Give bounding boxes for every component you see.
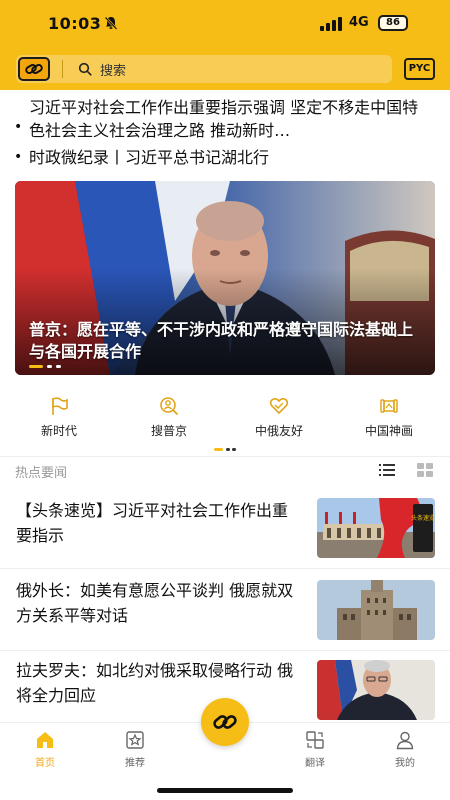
link-icon (213, 715, 237, 729)
divider (0, 650, 450, 651)
quick-nav: 新时代 搜普京 中俄友好 中国神画 (0, 388, 450, 448)
star-icon (126, 731, 144, 749)
news-item[interactable]: 俄外长：如美有意愿公平谈判 俄愿就双方关系平等对话 (0, 578, 450, 656)
tab-profile[interactable]: 我的 (370, 728, 440, 772)
tab-translate[interactable]: 翻译 (280, 728, 350, 772)
bullet: • (14, 149, 23, 165)
page-indicator (226, 448, 230, 451)
hero-banner[interactable]: 普京：愿在平等、不干涉内政和严格遵守国际法基础上与各国开展合作 (15, 181, 435, 375)
quick-nav-new-era[interactable]: 新时代 (14, 388, 104, 438)
divider (0, 568, 450, 569)
search-person-icon (160, 397, 178, 415)
heart-handshake-icon (269, 397, 289, 415)
tab-label: 我的 (395, 758, 415, 769)
search-icon (78, 62, 92, 76)
list-view-icon[interactable] (379, 463, 395, 477)
status-time: 10:03 (48, 14, 102, 33)
quick-nav-label: 搜普京 (150, 424, 187, 438)
news-title: 俄外长：如美有意愿公平谈判 俄愿就双方关系平等对话 (16, 581, 294, 625)
news-item[interactable]: 【头条速览】习近平对社会工作作出重要指示 头条速览 (0, 498, 450, 576)
news-image (317, 660, 435, 720)
tab-label: 翻译 (305, 758, 325, 769)
news-thumbnail: 头条速览 (317, 498, 435, 558)
center-action-button[interactable] (201, 698, 249, 746)
quick-nav-label: 中国神画 (364, 424, 413, 438)
news-title: 拉夫罗夫：如北约对俄采取侵略行动 俄将全力回应 (16, 661, 294, 705)
quick-nav-search-putin[interactable]: 搜普京 (124, 388, 214, 438)
flag-icon (52, 397, 68, 415)
quick-nav-friendship[interactable]: 中俄友好 (234, 388, 324, 438)
news-image (317, 580, 435, 640)
tab-label: 推荐 (125, 758, 145, 769)
quick-nav-china-painting[interactable]: 中国神画 (344, 388, 434, 438)
thumb-label: 头条速览 (411, 514, 435, 522)
app-logo-button[interactable] (18, 57, 50, 81)
divider (0, 456, 450, 457)
user-icon (396, 731, 414, 750)
page-indicator-active (214, 448, 223, 451)
search-separator (62, 60, 63, 78)
search-bar[interactable]: 搜索 (16, 55, 392, 83)
home-indicator (157, 788, 293, 793)
headline-text: 时政微纪录丨习近平总书记湖北行 (29, 148, 270, 167)
news-thumbnail (317, 660, 435, 720)
home-icon (37, 732, 53, 748)
headline-text: 习近平对社会工作作出重要指示强调 坚定不移走中国特色社会主义社会治理之路 推动新… (29, 98, 419, 140)
carousel-dot (56, 365, 61, 368)
quick-nav-label: 中俄友好 (254, 424, 303, 438)
mute-bell-icon (104, 16, 118, 30)
signal-icon (320, 17, 342, 31)
news-title: 【头条速览】习近平对社会工作作出重要指示 (16, 501, 289, 545)
news-thumbnail (317, 580, 435, 640)
page-indicator (232, 448, 236, 451)
status-bar: 10:03 4G 86 (0, 0, 450, 48)
scroll-icon (380, 399, 398, 413)
section-title: 热点要闻 (15, 466, 68, 481)
translate-icon (306, 731, 324, 749)
carousel-dot (47, 365, 52, 368)
carousel-dot-active (29, 365, 43, 368)
tab-recommend[interactable]: 推荐 (100, 728, 170, 772)
app-header: 10:03 4G 86 搜索 PYC (0, 0, 450, 90)
quick-nav-label: 新时代 (40, 424, 77, 438)
battery-icon: 86 (378, 15, 408, 31)
news-image: 头条速览 (317, 498, 435, 558)
tab-label: 首页 (35, 758, 55, 769)
network-label: 4G (349, 15, 369, 30)
language-button[interactable]: PYC (404, 58, 435, 80)
search-input[interactable]: 搜索 (100, 60, 126, 79)
hero-caption: 普京：愿在平等、不干涉内政和严格遵守国际法基础上与各国开展合作 (29, 320, 414, 361)
link-logo-icon (25, 64, 43, 74)
tab-home[interactable]: 首页 (10, 728, 80, 772)
bullet: • (14, 119, 23, 135)
battery-level: 86 (380, 17, 406, 29)
grid-view-icon[interactable] (417, 463, 433, 477)
